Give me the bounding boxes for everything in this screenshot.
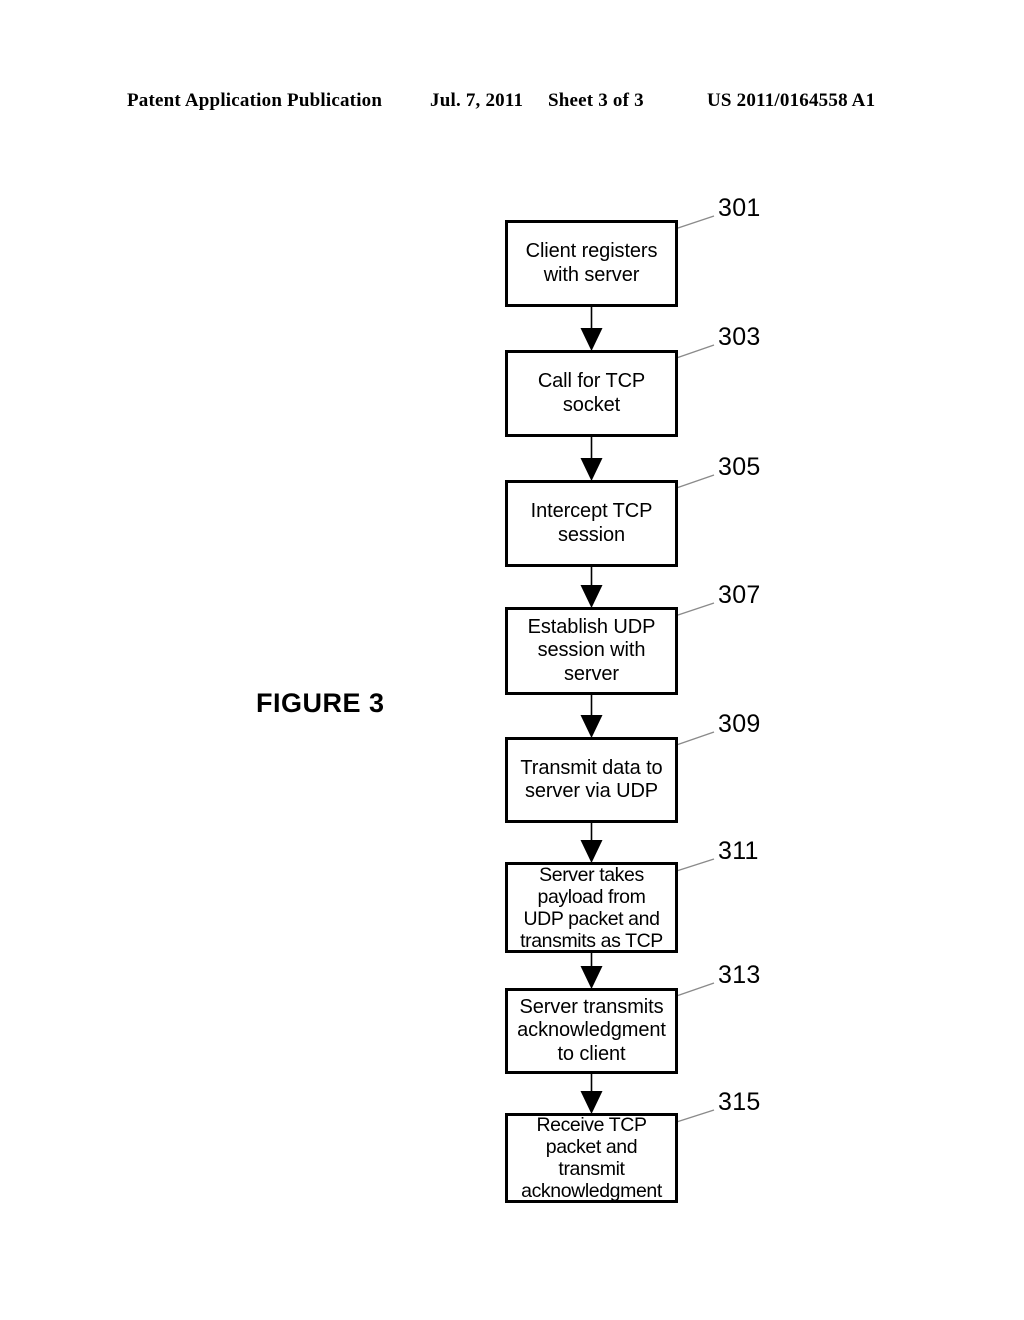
flowchart-node-305: Intercept TCP session [505, 480, 678, 567]
flowchart-node-label: Establish UDP session with server [527, 615, 656, 685]
flowchart-node-label: Receive TCP packet and transmit acknowle… [521, 1114, 662, 1202]
flowchart-node-311: Server takes payload from UDP packet and… [505, 862, 678, 953]
flowchart-node-303: Call for TCP socket [505, 350, 678, 437]
reference-numeral-311: 311 [718, 837, 759, 865]
flowchart-node-309: Transmit data to server via UDP [505, 737, 678, 823]
flowchart-diagram: Client registers with server Call for TCP… [0, 0, 1024, 1320]
flowchart-node-label: Client registers with server [525, 240, 658, 286]
flowchart-node-301: Client registers with server [505, 220, 678, 307]
reference-numeral-307: 307 [718, 581, 761, 609]
flowchart-node-label: Call for TCP socket [537, 370, 646, 416]
flowchart-node-315: Receive TCP packet and transmit acknowle… [505, 1113, 678, 1203]
reference-numeral-309: 309 [718, 710, 761, 738]
flowchart-node-label: Transmit data to server via UDP [520, 756, 663, 803]
flowchart-node-313: Server transmits acknowledgment to clien… [505, 988, 678, 1074]
flowchart-arrow-301-to-303 [580, 307, 603, 351]
flowchart-arrow-313-to-315 [580, 1074, 603, 1114]
reference-numeral-301: 301 [718, 194, 761, 222]
flowchart-arrow-309-to-311 [580, 823, 603, 863]
reference-numeral-303: 303 [718, 323, 761, 351]
flowchart-node-label: Intercept TCP session [530, 500, 653, 546]
flowchart-arrow-311-to-313 [580, 953, 603, 989]
flowchart-arrow-303-to-305 [580, 437, 603, 481]
flowchart-node-label: Server takes payload from UDP packet and… [520, 863, 663, 952]
reference-numeral-315: 315 [718, 1088, 761, 1116]
flowchart-node-label: Server transmits acknowledgment to clien… [517, 995, 666, 1065]
reference-numeral-313: 313 [718, 961, 761, 989]
flowchart-arrow-307-to-309 [580, 695, 603, 738]
flowchart-node-307: Establish UDP session with server [505, 607, 678, 695]
flowchart-arrow-305-to-307 [580, 567, 603, 608]
reference-numeral-305: 305 [718, 453, 761, 481]
